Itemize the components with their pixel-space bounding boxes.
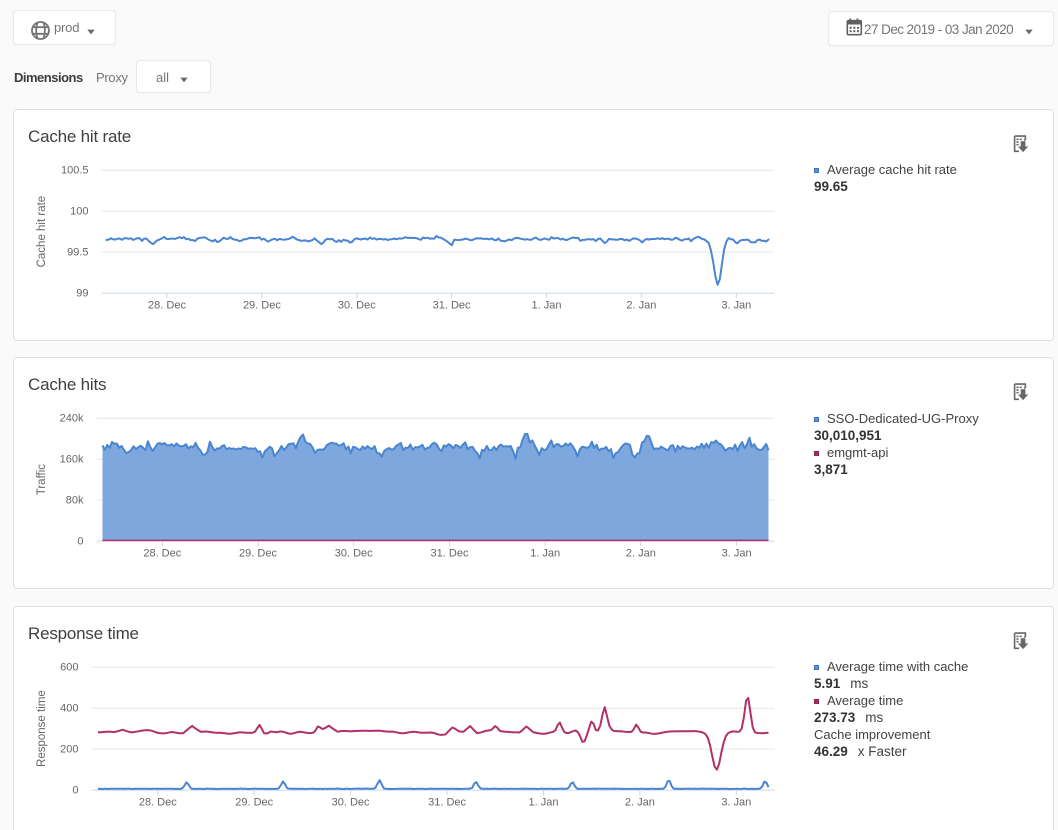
svg-text:100: 100 bbox=[70, 206, 88, 218]
svg-text:29. Dec: 29. Dec bbox=[239, 548, 277, 560]
svg-text:240k: 240k bbox=[60, 413, 84, 425]
svg-text:80k: 80k bbox=[66, 495, 84, 507]
svg-text:2. Jan: 2. Jan bbox=[626, 548, 656, 560]
svg-text:30. Dec: 30. Dec bbox=[332, 797, 370, 809]
svg-text:400: 400 bbox=[60, 703, 78, 715]
svg-text:31. Dec: 31. Dec bbox=[433, 300, 471, 312]
svg-text:1. Jan: 1. Jan bbox=[530, 548, 560, 560]
svg-text:Response time: Response time bbox=[36, 690, 48, 767]
svg-text:3. Jan: 3. Jan bbox=[721, 300, 751, 312]
svg-text:160k: 160k bbox=[60, 454, 84, 466]
svg-text:31. Dec: 31. Dec bbox=[431, 548, 469, 560]
svg-text:600: 600 bbox=[60, 662, 78, 674]
svg-text:28. Dec: 28. Dec bbox=[143, 548, 181, 560]
svg-text:30. Dec: 30. Dec bbox=[335, 548, 373, 560]
svg-text:200: 200 bbox=[60, 744, 78, 756]
svg-text:Traffic: Traffic bbox=[36, 464, 48, 496]
svg-text:3. Jan: 3. Jan bbox=[722, 548, 752, 560]
svg-text:2. Jan: 2. Jan bbox=[626, 300, 656, 312]
svg-text:28. Dec: 28. Dec bbox=[139, 797, 177, 809]
svg-text:1. Jan: 1. Jan bbox=[532, 300, 562, 312]
svg-text:Cache hit rate: Cache hit rate bbox=[36, 196, 48, 268]
svg-text:29. Dec: 29. Dec bbox=[243, 300, 281, 312]
svg-text:100.5: 100.5 bbox=[61, 165, 89, 177]
svg-text:28. Dec: 28. Dec bbox=[148, 300, 186, 312]
svg-text:0: 0 bbox=[77, 536, 83, 548]
svg-text:3. Jan: 3. Jan bbox=[721, 797, 751, 809]
svg-text:99.5: 99.5 bbox=[67, 247, 88, 259]
svg-text:30. Dec: 30. Dec bbox=[338, 300, 376, 312]
svg-text:29. Dec: 29. Dec bbox=[235, 797, 273, 809]
svg-text:99: 99 bbox=[76, 288, 88, 300]
svg-text:31. Dec: 31. Dec bbox=[428, 797, 466, 809]
svg-text:2. Jan: 2. Jan bbox=[625, 797, 655, 809]
svg-text:0: 0 bbox=[72, 785, 78, 797]
svg-text:1. Jan: 1. Jan bbox=[529, 797, 559, 809]
